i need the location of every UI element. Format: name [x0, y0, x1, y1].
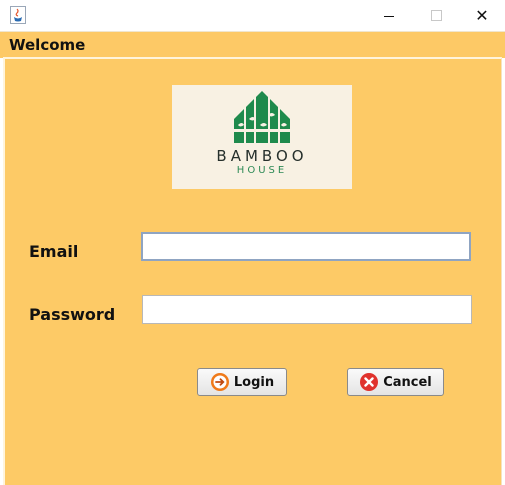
- java-cup-icon: [10, 6, 26, 24]
- password-field[interactable]: [142, 295, 472, 324]
- email-field[interactable]: [141, 232, 471, 261]
- bamboo-logo-icon: [232, 91, 292, 143]
- cancel-x-icon: [359, 372, 379, 392]
- login-label: Login: [233, 374, 275, 390]
- window-title-bar: ✕: [0, 0, 505, 31]
- maximize-icon: [430, 10, 442, 21]
- bamboo-house-logo: BAMBOO HOUSE: [172, 85, 352, 189]
- password-label: Password: [29, 305, 116, 324]
- login-arrow-icon: [210, 372, 230, 392]
- maximize-button[interactable]: [413, 0, 459, 31]
- minimize-button[interactable]: [366, 0, 412, 31]
- cancel-button[interactable]: Cancel: [347, 368, 444, 396]
- minimize-icon: [384, 16, 394, 17]
- internal-frame-title-bar: Welcome: [0, 31, 505, 58]
- email-label: Email: [29, 242, 79, 261]
- close-icon: ✕: [475, 6, 489, 25]
- login-panel: BAMBOO HOUSE Email Password Login Cancel: [3, 57, 502, 485]
- frame-title: Welcome: [9, 36, 86, 54]
- cancel-label: Cancel: [383, 374, 432, 390]
- logo-subtitle: HOUSE: [236, 165, 288, 176]
- logo-name: BAMBOO: [216, 147, 308, 165]
- login-button[interactable]: Login: [197, 368, 287, 396]
- close-button[interactable]: ✕: [459, 0, 505, 31]
